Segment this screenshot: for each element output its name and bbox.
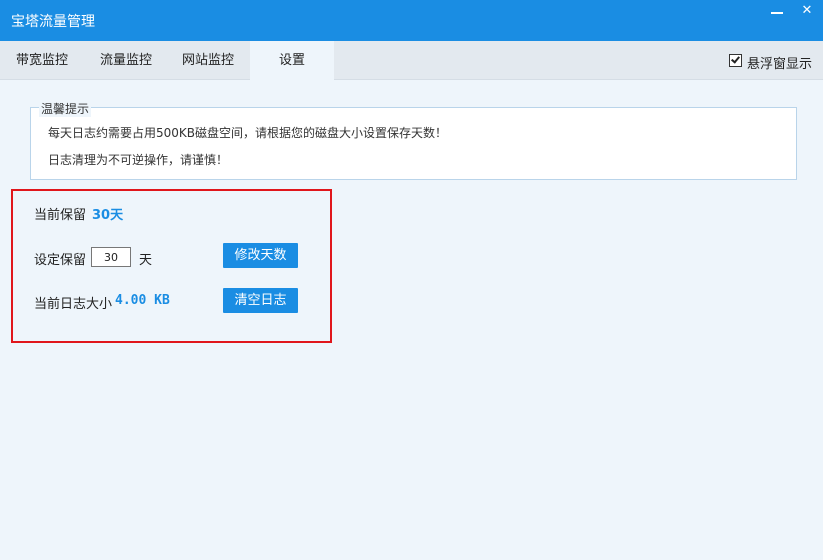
clear-logs-button[interactable]: 清空日志 bbox=[223, 288, 298, 313]
tips-title: 温馨提示 bbox=[39, 100, 92, 117]
log-size-label: 当前日志大小 bbox=[34, 297, 113, 312]
tab-traffic-monitor[interactable]: 流量监控 bbox=[84, 41, 168, 80]
log-size-value: 4.00 KB bbox=[115, 293, 170, 308]
current-retention-value: 30天 bbox=[92, 208, 124, 223]
float-window-checkbox[interactable] bbox=[729, 54, 742, 67]
tips-panel: 温馨提示 每天日志约需要占用500KB磁盘空间，请根据您的磁盘大小设置保存天数！… bbox=[30, 100, 797, 180]
tab-bar: 带宽监控 流量监控 网站监控 设置 bbox=[0, 41, 823, 81]
tab-bandwidth-monitor[interactable]: 带宽监控 bbox=[0, 41, 84, 80]
title-bar: 宝塔流量管理 ✕ bbox=[0, 0, 823, 41]
retention-days-input[interactable] bbox=[91, 247, 131, 267]
modify-days-button[interactable]: 修改天数 bbox=[223, 243, 298, 268]
checkmark-icon bbox=[731, 54, 740, 64]
retention-unit: 天 bbox=[139, 253, 153, 268]
current-retention-label: 当前保留 bbox=[34, 208, 87, 223]
tab-settings[interactable]: 设置 bbox=[250, 41, 334, 81]
tips-line: 日志清理为不可逆操作，请谨慎！ bbox=[48, 153, 229, 167]
minimize-button[interactable] bbox=[762, 0, 792, 22]
float-window-label: 悬浮窗显示 bbox=[747, 57, 813, 72]
minimize-icon bbox=[771, 12, 783, 14]
close-icon: ✕ bbox=[801, 3, 813, 18]
window-title: 宝塔流量管理 bbox=[11, 14, 95, 30]
close-button[interactable]: ✕ bbox=[792, 0, 822, 22]
tips-line: 每天日志约需要占用500KB磁盘空间，请根据您的磁盘大小设置保存天数！ bbox=[48, 126, 448, 140]
set-retention-label: 设定保留 bbox=[34, 253, 87, 268]
tab-website-monitor[interactable]: 网站监控 bbox=[166, 41, 250, 80]
